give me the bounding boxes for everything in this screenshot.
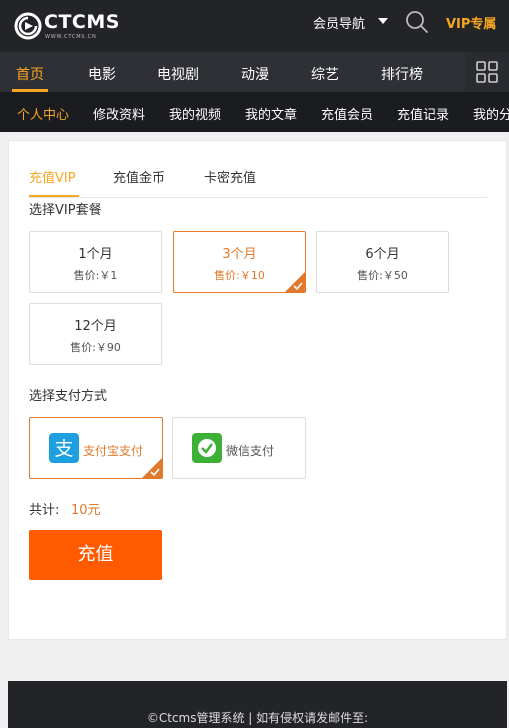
wechat-pay-icon <box>192 433 222 463</box>
caret-down-icon[interactable] <box>378 18 388 24</box>
tab-active-indicator <box>29 195 79 197</box>
logo-subtext: WWW.CTCMS.CN <box>45 34 97 40</box>
main-nav-item-movies[interactable]: 电影 <box>88 64 116 84</box>
user-sub-nav: 个人中心 修改资料 我的视频 我的文章 充值会员 充值记录 我的分 <box>0 92 509 132</box>
recharge-button[interactable]: 充值 <box>29 530 162 580</box>
plan-option-1-month[interactable]: 1个月 售价:￥1 <box>29 231 162 293</box>
grid-menu-button[interactable] <box>465 52 509 92</box>
sub-nav-item-my-articles[interactable]: 我的文章 <box>245 104 297 123</box>
tab-recharge-coins[interactable]: 充值金币 <box>113 167 165 186</box>
logo-text: CTCMS <box>44 11 120 33</box>
footer-copyright: ©Ctcms管理系统 | 如有侵权请发邮件至: <box>146 711 369 725</box>
sub-nav-item-edit-profile[interactable]: 修改资料 <box>93 104 145 123</box>
plan-section-title: 选择VIP套餐 <box>29 203 102 218</box>
main-nav-item-home[interactable]: 首页 <box>16 64 44 84</box>
vip-exclusive-link[interactable]: VIP专属 <box>446 13 496 32</box>
payment-label: 支付宝支付 <box>83 444 144 458</box>
payment-option-alipay[interactable]: 支 支付宝支付 <box>29 417 163 479</box>
main-nav-item-tv[interactable]: 电视剧 <box>157 64 199 84</box>
member-nav-link[interactable]: 会员导航 <box>313 13 365 32</box>
recharge-panel: 充值VIP 充值金币 卡密充值 选择VIP套餐 1个月 售价:￥1 3个月 售价… <box>8 140 507 640</box>
alipay-icon: 支 <box>49 433 79 463</box>
total-label: 共计: <box>29 503 60 518</box>
payment-option-wechat[interactable]: 微信支付 <box>172 417 306 479</box>
selected-check-icon <box>285 272 305 292</box>
plan-name: 6个月 <box>365 247 400 262</box>
payment-section-title: 选择支付方式 <box>29 389 108 404</box>
search-icon[interactable] <box>404 9 430 35</box>
main-nav: 首页 电影 电视剧 动漫 综艺 排行榜 <box>0 52 509 92</box>
plan-price: 售价:￥50 <box>357 269 408 282</box>
plan-price: 售价:￥1 <box>73 269 118 282</box>
sub-nav-item-profile-center[interactable]: 个人中心 <box>17 104 69 123</box>
selected-check-icon <box>142 458 162 478</box>
main-nav-item-ranking[interactable]: 排行榜 <box>381 64 423 84</box>
plan-name: 12个月 <box>74 319 117 334</box>
plan-name: 1个月 <box>78 247 113 262</box>
sub-nav-item-my-more[interactable]: 我的分 <box>473 104 509 123</box>
payment-label: 微信支付 <box>226 444 275 458</box>
svg-text:支: 支 <box>54 438 73 460</box>
grid-icon <box>476 61 498 83</box>
sub-nav-item-recharge-records[interactable]: 充值记录 <box>397 104 449 123</box>
plan-option-3-months[interactable]: 3个月 售价:￥10 <box>173 231 306 293</box>
plan-name: 3个月 <box>222 247 257 262</box>
site-logo[interactable]: CTCMS WWW.CTCMS.CN <box>14 10 119 42</box>
tab-recharge-vip[interactable]: 充值VIP <box>29 167 76 186</box>
sub-nav-item-vip-recharge[interactable]: 充值会员 <box>321 104 373 123</box>
tab-card-recharge[interactable]: 卡密充值 <box>204 167 256 186</box>
tab-divider <box>29 197 487 198</box>
plan-option-12-months[interactable]: 12个月 售价:￥90 <box>29 303 162 365</box>
main-nav-item-variety[interactable]: 综艺 <box>311 64 339 84</box>
top-header: CTCMS WWW.CTCMS.CN 会员导航 VIP专属 <box>0 0 509 52</box>
plan-price: 售价:￥90 <box>70 341 121 354</box>
sub-nav-item-my-videos[interactable]: 我的视频 <box>169 104 221 123</box>
site-footer: ©Ctcms管理系统 | 如有侵权请发邮件至: <box>8 681 507 728</box>
total-amount: 10元 <box>71 503 101 518</box>
plan-option-6-months[interactable]: 6个月 售价:￥50 <box>316 231 449 293</box>
logo-icon <box>14 12 42 40</box>
main-nav-item-anime[interactable]: 动漫 <box>241 64 269 84</box>
